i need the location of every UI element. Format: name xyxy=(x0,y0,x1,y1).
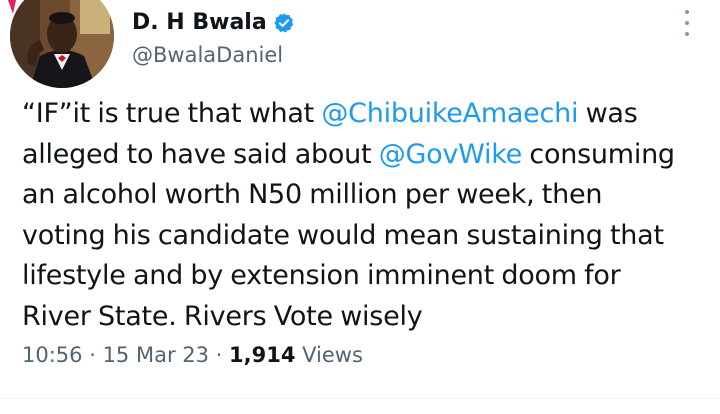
author-display-name[interactable]: D. H Bwala xyxy=(132,10,267,36)
tweet-text-segment: voting his candidate would mean sustaini… xyxy=(22,219,664,251)
mention-link[interactable]: @GovWike xyxy=(379,139,523,170)
more-dot xyxy=(685,21,689,25)
author-name-row: D. H Bwala xyxy=(132,10,295,36)
tweet-text: “IF”it is true that what @ChibuikeAmaech… xyxy=(22,94,712,337)
tweet-text-segment: an alcohol worth N50 million per week, t… xyxy=(22,179,603,210)
tweet-text-segment: was xyxy=(578,98,638,129)
meta-separator: · xyxy=(208,343,230,367)
tweet-text-line: voting his candidate would mean sustaini… xyxy=(22,216,712,257)
mention-link[interactable]: @ChibuikeAmaechi xyxy=(321,98,578,129)
tweet-text-segment: River State. Rivers Vote wisely xyxy=(22,300,423,332)
profile-photo xyxy=(10,0,114,88)
story-indicator-icon xyxy=(8,0,16,14)
tweet-text-line: “IF”it is true that what @ChibuikeAmaech… xyxy=(22,94,712,135)
tweet-text-line: an alcohol worth N50 million per week, t… xyxy=(22,175,712,216)
tweet-text-line: lifestyle and by extension imminent doom… xyxy=(22,256,712,297)
more-dot xyxy=(685,10,689,14)
more-dot xyxy=(685,32,689,36)
more-options-icon[interactable] xyxy=(680,10,694,36)
avatar[interactable] xyxy=(10,0,114,88)
views-count: 1,914 xyxy=(229,343,296,367)
tweet-text-segment: “IF”it is true that what xyxy=(22,98,322,129)
tweet-text-segment: consuming xyxy=(522,138,675,170)
verified-badge-icon xyxy=(274,13,293,33)
divider xyxy=(0,398,720,399)
tweet-card: D. H Bwala @BwalaDaniel “IF”it is true t… xyxy=(0,0,720,414)
tweet-date[interactable]: 15 Mar 23 xyxy=(103,343,209,367)
tweet-text-segment: alleged to have said about xyxy=(22,138,379,170)
tweet-meta: 10:56 · 15 Mar 23 · 1,914 Views xyxy=(22,340,363,370)
views-label: Views xyxy=(295,343,363,367)
meta-separator: · xyxy=(82,343,103,367)
tweet-text-line: River State. Rivers Vote wisely xyxy=(22,297,712,338)
tweet-time[interactable]: 10:56 xyxy=(22,343,83,367)
author-handle[interactable]: @BwalaDaniel xyxy=(132,42,283,68)
tweet-text-line: alleged to have said about @GovWike cons… xyxy=(22,135,712,176)
tweet-text-segment: lifestyle and by extension imminent doom… xyxy=(22,260,621,291)
